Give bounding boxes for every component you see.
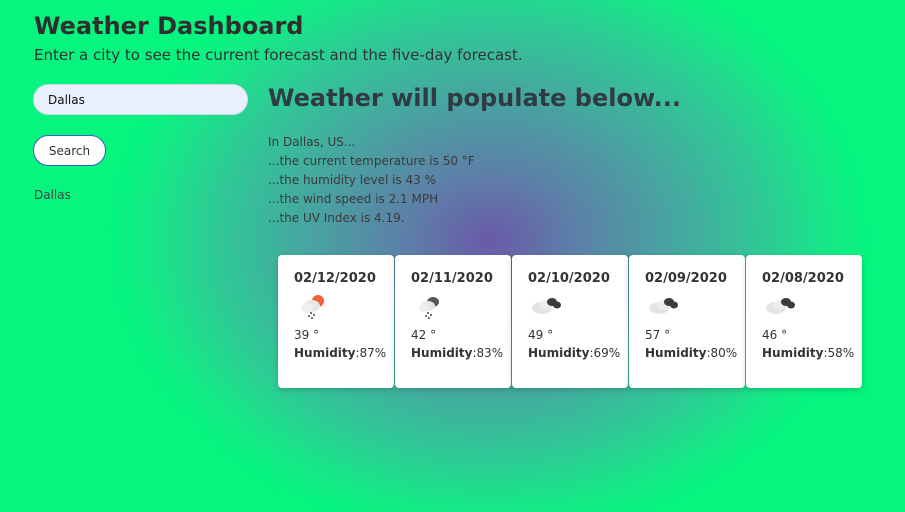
forecast-temperature: 49 ° <box>528 328 554 342</box>
forecast-temperature: 46 ° <box>762 328 788 342</box>
forecast-humidity: Humidity:69% <box>528 346 621 360</box>
forecast-date: 02/09/2020 <box>645 271 727 286</box>
city-search-input[interactable] <box>33 84 248 115</box>
forecast-card: 02/10/2020 49 ° Humidity:69% <box>512 255 628 388</box>
forecast-card: 02/08/2020 46 ° Humidity:58% <box>746 255 862 388</box>
forecast-humidity: Humidity:80% <box>645 346 738 360</box>
current-uv-index: ...the UV Index is 4.19. <box>268 211 405 225</box>
forecast-date: 02/12/2020 <box>294 271 376 286</box>
forecast-date: 02/11/2020 <box>411 271 493 286</box>
forecast-date: 02/10/2020 <box>528 271 610 286</box>
forecast-temperature: 39 ° <box>294 328 320 342</box>
search-button[interactable]: Search <box>33 135 106 166</box>
forecast-card: 02/12/2020 39 ° Humidity:87% <box>278 255 394 388</box>
page-subtitle: Enter a city to see the current forecast… <box>34 46 523 64</box>
forecast-humidity: Humidity:58% <box>762 346 855 360</box>
rain-sun-icon <box>301 295 324 319</box>
page-title: Weather Dashboard <box>34 12 304 40</box>
current-wind: ...the wind speed is 2.1 MPH <box>268 192 439 206</box>
forecast-humidity: Humidity:87% <box>294 346 387 360</box>
current-temperature: ...the current temperature is 50 °F <box>268 154 475 168</box>
weather-heading: Weather will populate below... <box>268 84 681 112</box>
forecast-date: 02/08/2020 <box>762 271 844 286</box>
broken-clouds-icon <box>766 298 795 314</box>
forecast-card: 02/09/2020 57 ° Humidity:80% <box>629 255 745 388</box>
rain-cloud-icon <box>419 297 439 319</box>
forecast-row: 02/12/2020 39 ° Humidity:87% 02/11/2020 … <box>278 255 863 388</box>
search-history-item[interactable]: Dallas <box>34 188 71 202</box>
current-weather: In Dallas, US... ...the current temperat… <box>268 133 475 228</box>
broken-clouds-icon <box>649 298 678 314</box>
broken-clouds-icon <box>532 298 561 314</box>
current-location: In Dallas, US... <box>268 135 356 149</box>
forecast-humidity: Humidity:83% <box>411 346 504 360</box>
forecast-card: 02/11/2020 42 ° Humidity:83% <box>395 255 511 388</box>
forecast-temperature: 42 ° <box>411 328 437 342</box>
forecast-temperature: 57 ° <box>645 328 671 342</box>
current-humidity: ...the humidity level is 43 % <box>268 173 436 187</box>
